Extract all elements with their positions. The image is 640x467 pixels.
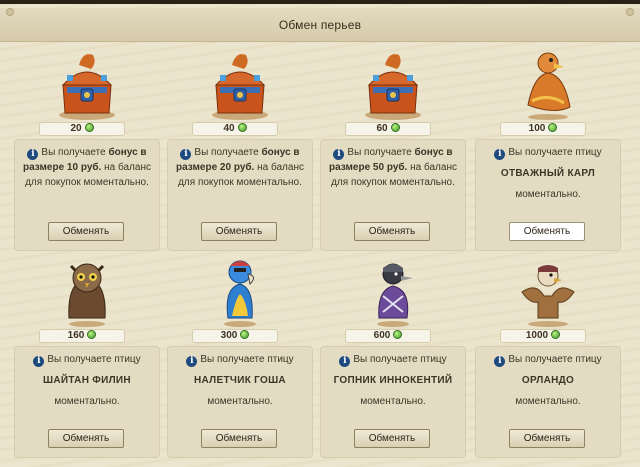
offer-item: 600 i Вы получаете птицу ГОПНИК ИННОКЕНТИ… [320, 252, 466, 458]
feather-icon [548, 123, 558, 132]
offer-item: 300 i Вы получаете птицу НАЛЕТЧИК ГОША мо… [167, 252, 313, 458]
bird-name: ШАЙТАН ФИЛИН [43, 375, 131, 386]
offer-item: 20 i Вы получаете бонус в размере 10 руб.… [14, 45, 160, 251]
offer-art [475, 45, 621, 121]
feather-icon [237, 123, 247, 132]
crow-icon [377, 263, 413, 327]
exchange-button[interactable]: Обменять [48, 429, 124, 448]
info-icon: i [333, 149, 345, 160]
offer-description: i Вы получаете птицу ГОПНИК ИННОКЕНТИЙ мо… [321, 347, 465, 409]
offer-card: i Вы получаете бонус в размере 50 руб. на… [320, 139, 466, 251]
price-plate: 1000 [500, 329, 586, 343]
offer-description: i Вы получаете бонус в размере 20 руб. на… [176, 147, 304, 188]
chest-icon [212, 54, 268, 120]
exchange-button[interactable]: Обменять [509, 429, 585, 448]
price-plate: 40 [192, 122, 278, 136]
offer-card: i Вы получаете бонус в размере 20 руб. на… [167, 139, 313, 251]
info-icon: i [186, 356, 198, 367]
offer-item: 40 i Вы получаете бонус в размере 20 руб.… [167, 45, 313, 251]
chest-icon [59, 54, 115, 120]
exchange-button[interactable]: Обменять [48, 222, 124, 241]
price-plate: 100 [500, 122, 586, 136]
offer-card: i Вы получаете птицу НАЛЕТЧИК ГОША момент… [167, 346, 313, 458]
offer-description: i Вы получаете бонус в размере 50 руб. на… [329, 147, 457, 188]
offer-item: 1000 i Вы получаете птицу ОРЛАНДО момента… [475, 252, 621, 458]
offer-art [320, 252, 466, 328]
offer-card: i Вы получаете птицу ОТВАЖНЫЙ КАРЛ момент… [475, 139, 621, 251]
chest-icon [365, 54, 421, 120]
feather-icon [87, 330, 97, 339]
parrot-icon [224, 260, 256, 327]
page-title: Обмен перьев [278, 18, 362, 32]
exchange-button[interactable]: Обменять [354, 429, 430, 448]
offer-card: i Вы получаете бонус в размере 10 руб. на… [14, 139, 160, 251]
offer-item: 100 i Вы получаете птицу ОТВАЖНЫЙ КАРЛ мо… [475, 45, 621, 251]
offer-description: i Вы получаете бонус в размере 10 руб. на… [23, 147, 151, 188]
exchange-button[interactable]: Обменять [509, 222, 585, 241]
owl-icon [68, 263, 106, 327]
price-plate: 20 [39, 122, 125, 136]
offer-card: i Вы получаете птицу ШАЙТАН ФИЛИН момента… [14, 346, 160, 458]
bird-name: ОТВАЖНЫЙ КАРЛ [500, 168, 596, 179]
info-icon: i [494, 149, 506, 160]
info-icon: i [33, 356, 45, 367]
bird-karl-icon [527, 52, 571, 120]
price-plate: 60 [345, 122, 431, 136]
feather-icon [551, 330, 561, 339]
offer-description: i Вы получаете птицу ОТВАЖНЫЙ КАРЛ момент… [476, 140, 620, 202]
offer-art [320, 45, 466, 121]
offer-art [167, 252, 313, 328]
bird-name: ГОПНИК ИННОКЕНТИЙ [333, 375, 453, 386]
title-bar: Обмен перьев [0, 8, 640, 42]
feather-icon [84, 123, 94, 132]
feather-icon [393, 330, 403, 339]
offer-art [14, 252, 160, 328]
offer-art [475, 252, 621, 328]
offer-art [14, 45, 160, 121]
offer-card: i Вы получаете птицу ОРЛАНДО моментально.… [475, 346, 621, 458]
offer-item: 160 i Вы получаете птицу ШАЙТАН ФИЛИН мом… [14, 252, 160, 458]
info-icon: i [339, 356, 351, 367]
feather-icon [240, 330, 250, 339]
offer-card: i Вы получаете птицу ГОПНИК ИННОКЕНТИЙ мо… [320, 346, 466, 458]
exchange-button[interactable]: Обменять [201, 429, 277, 448]
offer-item: 60 i Вы получаете бонус в размере 50 руб.… [320, 45, 466, 251]
price-plate: 600 [345, 329, 431, 343]
bird-name: НАЛЕТЧИК ГОША [194, 375, 286, 386]
corner-ornament [6, 8, 14, 16]
offer-description: i Вы получаете птицу НАЛЕТЧИК ГОША момент… [168, 347, 312, 409]
info-icon: i [180, 149, 192, 160]
offer-description: i Вы получаете птицу ОРЛАНДО моментально. [476, 347, 620, 409]
corner-ornament [626, 8, 634, 16]
price-plate: 160 [39, 329, 125, 343]
info-icon: i [494, 356, 506, 367]
exchange-button[interactable]: Обменять [201, 222, 277, 241]
feather-icon [390, 123, 400, 132]
offer-description: i Вы получаете птицу ШАЙТАН ФИЛИН момента… [15, 347, 159, 409]
exchange-button[interactable]: Обменять [354, 222, 430, 241]
offer-art [167, 45, 313, 121]
eagle-icon [521, 265, 575, 327]
feather-exchange-panel: Обмен перьев 20 i Вы получаете бонус в ра… [0, 0, 640, 467]
price-plate: 300 [192, 329, 278, 343]
info-icon: i [27, 149, 39, 160]
bird-name: ОРЛАНДО [521, 375, 575, 386]
